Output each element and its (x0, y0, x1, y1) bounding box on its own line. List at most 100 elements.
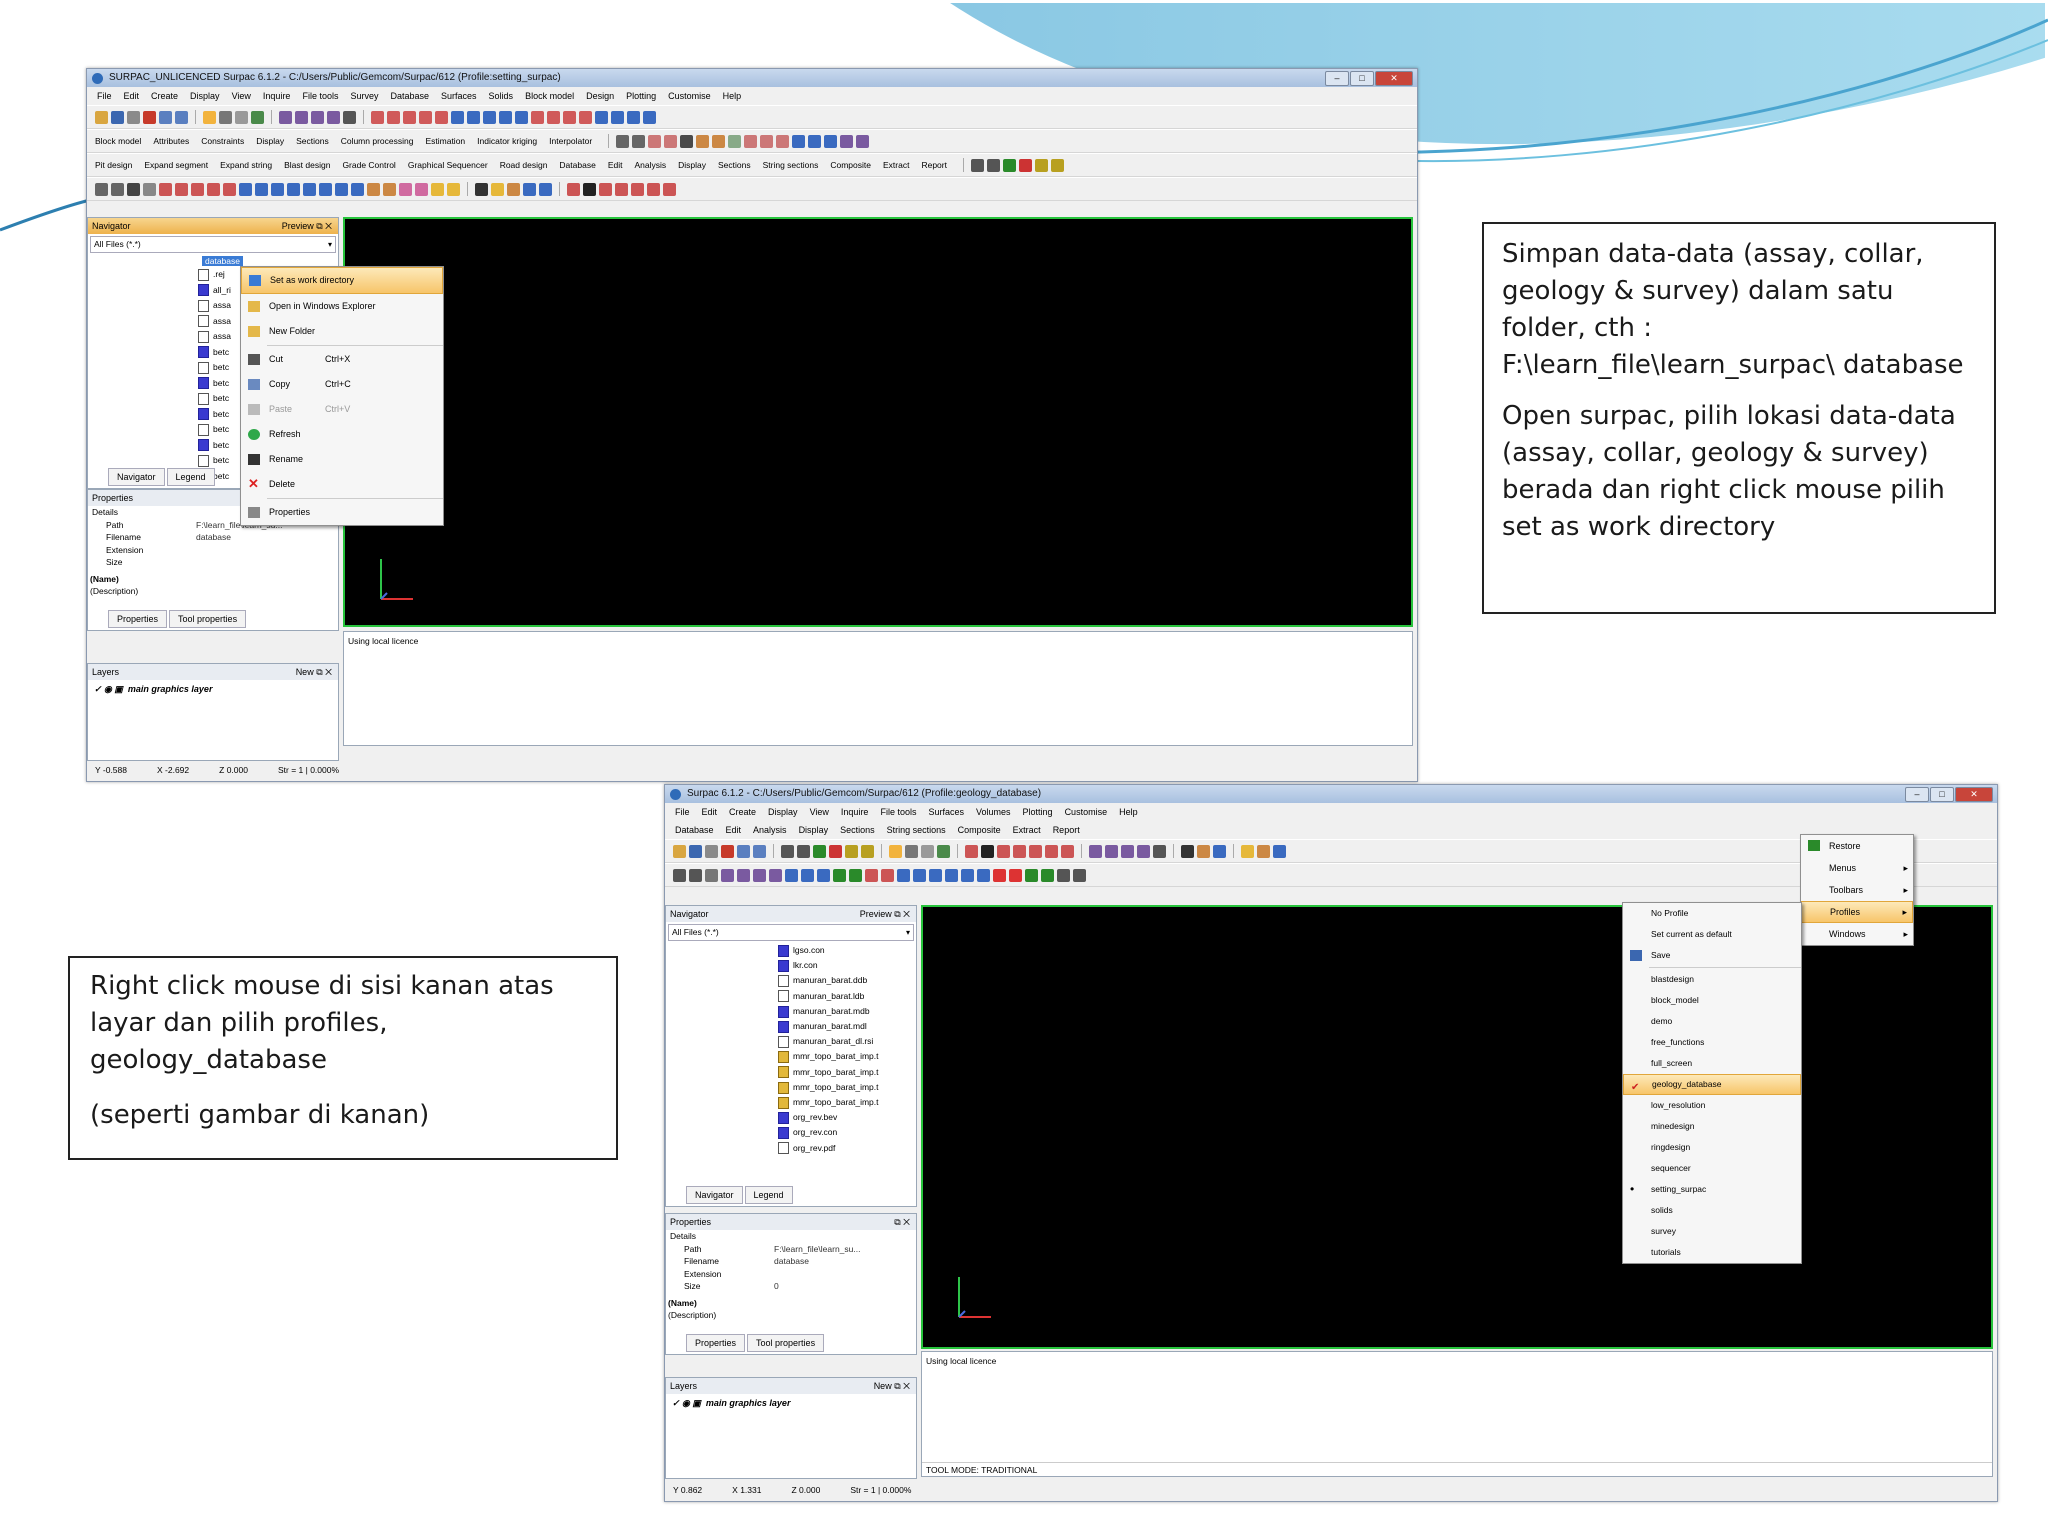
edit-tool-3-icon[interactable] (563, 110, 576, 124)
menu-file-tools[interactable]: File tools (880, 807, 916, 817)
open-icon[interactable] (95, 110, 108, 124)
triangulate-5-icon[interactable] (1061, 844, 1074, 858)
ctx-paste[interactable]: Paste Ctrl+V (241, 397, 443, 422)
zoom-out-icon[interactable] (829, 844, 842, 858)
digitise-3-icon[interactable] (1121, 844, 1134, 858)
triangulate-2-icon[interactable] (1013, 844, 1026, 858)
menu-surfaces[interactable]: Surfaces (441, 91, 477, 101)
people-icon[interactable] (712, 134, 726, 148)
style-2-icon[interactable] (415, 182, 428, 196)
home-icon[interactable] (1257, 844, 1270, 858)
profile-geology-database[interactable]: ✔ geology_database (1623, 1074, 1801, 1095)
tb-database[interactable]: Database (559, 160, 595, 170)
tree-icon[interactable] (728, 134, 742, 148)
profile-set-default[interactable]: Set current as default (1623, 924, 1801, 945)
menu-database[interactable]: Database (390, 91, 429, 101)
menu-windows[interactable]: Windows ▸ (1801, 923, 1913, 945)
box-select-icon[interactable] (921, 844, 934, 858)
layer-main-graphics[interactable]: ✓ ◉ ▣ main graphics layer (88, 680, 338, 699)
menu-file[interactable]: File (97, 91, 112, 101)
tb-sections-2[interactable]: Sections (718, 160, 751, 170)
save-icon[interactable] (689, 844, 702, 858)
extract-2-icon[interactable] (1041, 868, 1054, 882)
menu-solids[interactable]: Solids (489, 91, 514, 101)
tb-report[interactable]: Report (921, 160, 947, 170)
light-icon[interactable] (431, 182, 444, 196)
triangulate-5-icon[interactable] (663, 182, 676, 196)
undo-icon[interactable] (159, 110, 172, 124)
profile-setting-surpac[interactable]: • setting_surpac (1623, 1179, 1801, 1200)
string-tool-2-icon[interactable] (387, 110, 400, 124)
zoom-all-icon[interactable] (797, 844, 810, 858)
profile-ringdesign[interactable]: ringdesign (1623, 1137, 1801, 1158)
save-icon[interactable] (111, 110, 124, 124)
menu-plotting[interactable]: Plotting (626, 91, 656, 101)
tb-pit-design[interactable]: Pit design (95, 160, 132, 170)
menu-customise[interactable]: Customise (668, 91, 711, 101)
bar-icon[interactable] (475, 182, 488, 196)
triangulate-4-icon[interactable] (647, 182, 660, 196)
tree-file[interactable]: manuran_barat_dl.rsi (778, 1034, 916, 1049)
triangulate-3-icon[interactable] (631, 182, 644, 196)
digitise-3-icon[interactable] (311, 110, 324, 124)
maximize-button[interactable]: □ (1930, 787, 1954, 802)
hand-icon[interactable] (840, 134, 854, 148)
drillhole-icon[interactable] (705, 868, 718, 882)
grid-3-icon[interactable] (111, 182, 124, 196)
preview-toggle[interactable]: Preview ⧉ ✕ (282, 218, 332, 234)
ctx-copy[interactable]: Copy Ctrl+C (241, 372, 443, 397)
zoom-out-icon[interactable] (1018, 158, 1032, 172)
profile-block-model[interactable]: block_model (1623, 990, 1801, 1011)
digitise-icon[interactable] (1089, 844, 1102, 858)
monitor-icon[interactable] (1213, 844, 1226, 858)
gear-icon[interactable] (143, 182, 156, 196)
stop-icon[interactable] (143, 110, 156, 124)
stop-icon[interactable] (721, 844, 734, 858)
cut-tool-icon[interactable] (648, 134, 662, 148)
transform-8-icon[interactable] (351, 182, 364, 196)
measure-icon[interactable] (856, 134, 870, 148)
tb-extract[interactable]: Extract (883, 160, 909, 170)
tb-string-sections[interactable]: String sections (763, 160, 819, 170)
tb-expand-string[interactable]: Expand string (220, 160, 272, 170)
transform-icon[interactable] (239, 182, 252, 196)
path-3-icon[interactable] (776, 134, 790, 148)
path-icon[interactable] (744, 134, 758, 148)
string-tool-5-icon[interactable] (435, 110, 448, 124)
zoom-window-icon[interactable] (781, 844, 794, 858)
profile-minedesign[interactable]: minedesign (1623, 1116, 1801, 1137)
graph-2-icon[interactable] (881, 868, 894, 882)
profile-blastdesign[interactable]: blastdesign (1623, 969, 1801, 990)
tb-sections[interactable]: Sections (296, 136, 329, 146)
grid-2-icon[interactable] (95, 182, 108, 196)
profile-no-profile[interactable]: No Profile (1623, 903, 1801, 924)
line-5-icon[interactable] (223, 182, 236, 196)
redo-icon[interactable] (753, 844, 766, 858)
tree-file[interactable]: org_rev.con (778, 1125, 916, 1140)
layer-icon[interactable] (251, 110, 264, 124)
point-tool-3-icon[interactable] (483, 110, 496, 124)
tab-legend[interactable]: Legend (744, 1186, 793, 1204)
menu-help[interactable]: Help (1119, 807, 1138, 817)
menu-display[interactable]: Display (190, 91, 220, 101)
layer-main-graphics[interactable]: ✓ ◉ ▣ main graphics layer (666, 1394, 916, 1413)
point-tool-4-icon[interactable] (499, 110, 512, 124)
grid-icon[interactable] (616, 134, 630, 148)
table-icon[interactable] (673, 868, 686, 882)
ctx-set-as-work-directory[interactable]: Set as work directory (241, 267, 443, 294)
line-2-icon[interactable] (175, 182, 188, 196)
trace-5-icon[interactable] (961, 868, 974, 882)
preview-toggle[interactable]: Preview ⧉ ✕ (860, 906, 910, 922)
tb-display[interactable]: Display (256, 136, 284, 146)
tab-navigator[interactable]: Navigator (108, 468, 165, 486)
point-tool-icon[interactable] (451, 110, 464, 124)
drillhole-5-icon[interactable] (769, 868, 782, 882)
view-tool-3-icon[interactable] (627, 110, 640, 124)
digitise-icon[interactable] (279, 110, 292, 124)
table-2-icon[interactable] (689, 868, 702, 882)
point-tool-5-icon[interactable] (515, 110, 528, 124)
transform-3-icon[interactable] (271, 182, 284, 196)
tb-constraints[interactable]: Constraints (201, 136, 244, 146)
home-icon[interactable] (507, 182, 520, 196)
report-2-icon[interactable] (1009, 868, 1022, 882)
